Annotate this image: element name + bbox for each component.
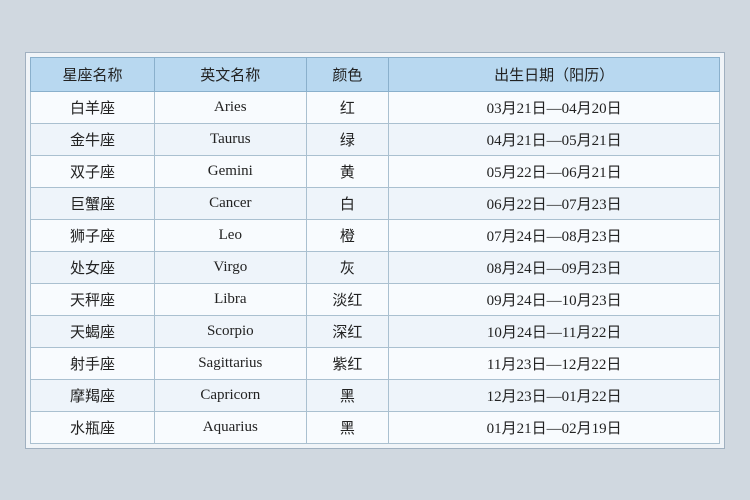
cell-english: Capricorn — [155, 379, 307, 411]
cell-color: 深红 — [306, 315, 389, 347]
cell-english: Aries — [155, 91, 307, 123]
cell-color: 黄 — [306, 155, 389, 187]
header-date: 出生日期（阳历） — [389, 57, 720, 91]
cell-date: 10月24日—11月22日 — [389, 315, 720, 347]
cell-english: Scorpio — [155, 315, 307, 347]
cell-color: 橙 — [306, 219, 389, 251]
table-row: 双子座Gemini黄05月22日—06月21日 — [31, 155, 720, 187]
table-row: 金牛座Taurus绿04月21日—05月21日 — [31, 123, 720, 155]
cell-color: 黑 — [306, 379, 389, 411]
cell-english: Cancer — [155, 187, 307, 219]
cell-color: 白 — [306, 187, 389, 219]
cell-date: 08月24日—09月23日 — [389, 251, 720, 283]
cell-chinese: 狮子座 — [31, 219, 155, 251]
table-row: 巨蟹座Cancer白06月22日—07月23日 — [31, 187, 720, 219]
cell-date: 03月21日—04月20日 — [389, 91, 720, 123]
cell-english: Libra — [155, 283, 307, 315]
table-row: 处女座Virgo灰08月24日—09月23日 — [31, 251, 720, 283]
table-row: 天蝎座Scorpio深红10月24日—11月22日 — [31, 315, 720, 347]
cell-chinese: 处女座 — [31, 251, 155, 283]
cell-english: Aquarius — [155, 411, 307, 443]
cell-chinese: 巨蟹座 — [31, 187, 155, 219]
table-row: 天秤座Libra淡红09月24日—10月23日 — [31, 283, 720, 315]
cell-english: Taurus — [155, 123, 307, 155]
cell-color: 红 — [306, 91, 389, 123]
cell-chinese: 射手座 — [31, 347, 155, 379]
cell-chinese: 双子座 — [31, 155, 155, 187]
cell-english: Sagittarius — [155, 347, 307, 379]
cell-date: 09月24日—10月23日 — [389, 283, 720, 315]
cell-chinese: 天秤座 — [31, 283, 155, 315]
table-header-row: 星座名称 英文名称 颜色 出生日期（阳历） — [31, 57, 720, 91]
cell-date: 11月23日—12月22日 — [389, 347, 720, 379]
table-row: 摩羯座Capricorn黑12月23日—01月22日 — [31, 379, 720, 411]
cell-date: 07月24日—08月23日 — [389, 219, 720, 251]
cell-date: 01月21日—02月19日 — [389, 411, 720, 443]
table-row: 射手座Sagittarius紫红11月23日—12月22日 — [31, 347, 720, 379]
cell-english: Virgo — [155, 251, 307, 283]
cell-chinese: 天蝎座 — [31, 315, 155, 347]
header-english: 英文名称 — [155, 57, 307, 91]
zodiac-table-container: 星座名称 英文名称 颜色 出生日期（阳历） 白羊座Aries红03月21日—04… — [25, 52, 725, 449]
cell-color: 紫红 — [306, 347, 389, 379]
cell-color: 绿 — [306, 123, 389, 155]
cell-english: Gemini — [155, 155, 307, 187]
header-chinese: 星座名称 — [31, 57, 155, 91]
cell-chinese: 摩羯座 — [31, 379, 155, 411]
cell-date: 12月23日—01月22日 — [389, 379, 720, 411]
table-row: 白羊座Aries红03月21日—04月20日 — [31, 91, 720, 123]
cell-date: 06月22日—07月23日 — [389, 187, 720, 219]
table-row: 狮子座Leo橙07月24日—08月23日 — [31, 219, 720, 251]
table-body: 白羊座Aries红03月21日—04月20日金牛座Taurus绿04月21日—0… — [31, 91, 720, 443]
cell-color: 淡红 — [306, 283, 389, 315]
header-color: 颜色 — [306, 57, 389, 91]
cell-date: 05月22日—06月21日 — [389, 155, 720, 187]
cell-color: 灰 — [306, 251, 389, 283]
cell-color: 黑 — [306, 411, 389, 443]
cell-chinese: 金牛座 — [31, 123, 155, 155]
cell-chinese: 白羊座 — [31, 91, 155, 123]
cell-english: Leo — [155, 219, 307, 251]
cell-chinese: 水瓶座 — [31, 411, 155, 443]
zodiac-table: 星座名称 英文名称 颜色 出生日期（阳历） 白羊座Aries红03月21日—04… — [30, 57, 720, 444]
table-row: 水瓶座Aquarius黑01月21日—02月19日 — [31, 411, 720, 443]
cell-date: 04月21日—05月21日 — [389, 123, 720, 155]
